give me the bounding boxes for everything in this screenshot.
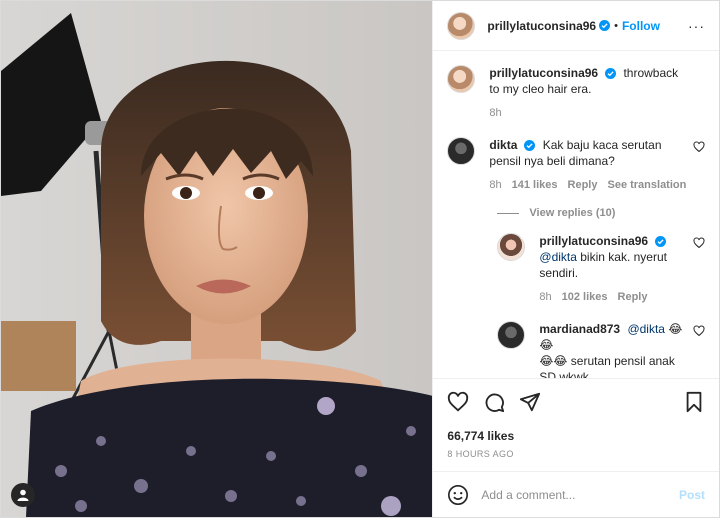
view-replies-line bbox=[497, 212, 520, 214]
add-comment-bar: Post bbox=[433, 471, 719, 517]
comment-time[interactable]: 8h bbox=[489, 177, 501, 193]
reply-mention[interactable]: @dikta bbox=[627, 322, 665, 336]
comment-reply-button[interactable]: Reply bbox=[568, 177, 598, 193]
post-actions: 66,774 likes 8 HOURS AGO bbox=[433, 378, 719, 471]
caption-username[interactable]: prillylatuconsina96 bbox=[489, 66, 598, 80]
share-paper-plane-icon[interactable] bbox=[519, 391, 541, 413]
post-photo[interactable] bbox=[1, 1, 433, 517]
emoji-icon[interactable] bbox=[447, 484, 469, 506]
post-timestamp[interactable]: 8 HOURS AGO bbox=[447, 449, 705, 459]
caption-avatar[interactable] bbox=[447, 65, 476, 93]
verified-badge-icon bbox=[655, 236, 667, 247]
see-translation-button[interactable]: See translation bbox=[607, 177, 686, 193]
header-separator: • bbox=[614, 19, 618, 32]
reply-username[interactable]: prillylatuconsina96 bbox=[539, 234, 648, 248]
comment-likes[interactable]: 141 likes bbox=[512, 177, 558, 193]
reply-avatar[interactable] bbox=[497, 233, 526, 261]
caption: prillylatuconsina96 throwback to my cleo… bbox=[447, 65, 705, 121]
person-icon bbox=[17, 489, 29, 501]
verified-badge-icon bbox=[599, 20, 611, 31]
post-side-panel: prillylatuconsina96 • Follow ··· prillyl… bbox=[432, 1, 719, 517]
reply-mention[interactable]: @dikta bbox=[539, 250, 577, 264]
post-image bbox=[1, 1, 433, 517]
like-comment-heart-icon[interactable] bbox=[693, 141, 705, 153]
author-avatar[interactable] bbox=[447, 11, 476, 40]
tagged-users-button[interactable] bbox=[11, 483, 35, 507]
author-username[interactable]: prillylatuconsina96 bbox=[487, 19, 596, 33]
reply-likes[interactable]: 102 likes bbox=[562, 289, 608, 305]
commenter-username[interactable]: dikta bbox=[489, 138, 517, 152]
comment-item: dikta Kak baju kaca serutan pensil nya b… bbox=[447, 137, 705, 193]
reply-avatar[interactable] bbox=[497, 321, 526, 349]
like-reply-heart-icon[interactable] bbox=[693, 325, 705, 337]
view-replies-button[interactable]: View replies (10) bbox=[497, 207, 705, 219]
commenter-avatar[interactable] bbox=[447, 137, 476, 165]
view-replies-label: View replies (10) bbox=[529, 207, 616, 219]
comments-list[interactable]: prillylatuconsina96 throwback to my cleo… bbox=[433, 51, 719, 378]
reply-reply-button[interactable]: Reply bbox=[618, 289, 648, 305]
more-options-icon[interactable]: ··· bbox=[688, 18, 705, 34]
post-header: prillylatuconsina96 • Follow ··· bbox=[433, 1, 719, 51]
comment-input[interactable] bbox=[481, 487, 679, 502]
reply-username[interactable]: mardianad873 bbox=[539, 322, 620, 336]
comment-bubble-icon[interactable] bbox=[483, 391, 505, 413]
post-comment-button[interactable]: Post bbox=[679, 488, 705, 502]
like-reply-heart-icon[interactable] bbox=[693, 237, 705, 249]
like-heart-icon[interactable] bbox=[447, 391, 469, 413]
likes-count[interactable]: 66,774 likes bbox=[447, 429, 705, 443]
follow-button[interactable]: Follow bbox=[622, 19, 660, 33]
reply-item: mardianad873 @dikta 😂😂 😂😂 serutan pensil… bbox=[497, 321, 705, 378]
reply-item: prillylatuconsina96 @dikta bikin kak. ny… bbox=[497, 233, 705, 305]
save-bookmark-icon[interactable] bbox=[683, 391, 705, 413]
verified-badge-icon bbox=[605, 68, 617, 79]
reply-text-line2: 😂😂 serutan pensil anak SD wkwk bbox=[539, 354, 675, 378]
caption-time[interactable]: 8h bbox=[489, 105, 501, 121]
reply-time[interactable]: 8h bbox=[539, 289, 551, 305]
instagram-post: prillylatuconsina96 • Follow ··· prillyl… bbox=[0, 0, 720, 518]
verified-badge-icon bbox=[524, 140, 536, 151]
